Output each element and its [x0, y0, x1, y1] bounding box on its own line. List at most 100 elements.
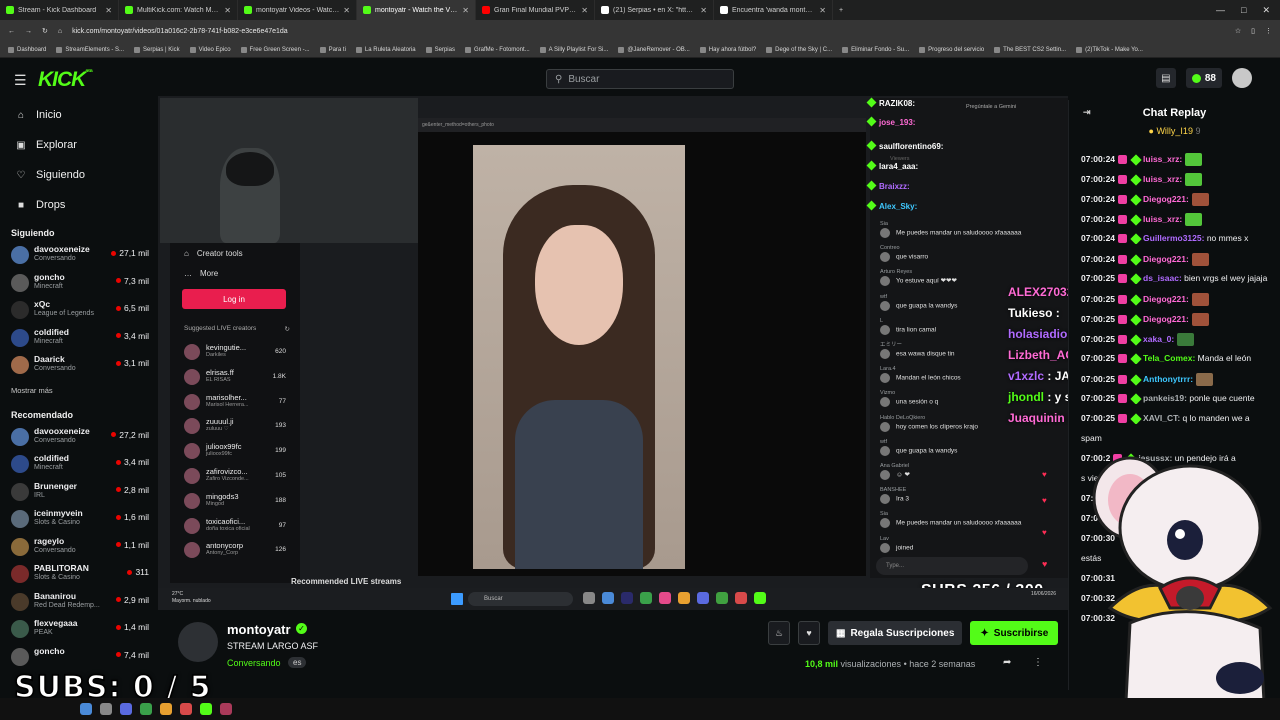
more-options-icon[interactable]: ⋮	[1033, 657, 1043, 668]
tab-close-icon[interactable]: ✕	[581, 6, 588, 15]
edge-icon[interactable]	[602, 592, 614, 604]
suggested-creator[interactable]: zafirovizco... Zafiro Vizconde... 105	[170, 465, 300, 490]
channel-item[interactable]: flexvegaaa PEAK 1,4 mil	[0, 616, 158, 644]
follow-button[interactable]: ♥	[798, 621, 820, 645]
browser-tab[interactable]: Gran Final Mundial PVP - Mexic ✕	[476, 0, 595, 20]
gift-subs-button[interactable]: ▦ Regala Suscripciones	[828, 621, 963, 645]
chat-username[interactable]: XAVI_CT:	[1143, 413, 1180, 423]
channel-item[interactable]: goncho 7,4 mil	[0, 644, 158, 672]
chat-username[interactable]: luiss_xrz:	[1143, 214, 1182, 224]
chat-username[interactable]: pankeis19:	[1143, 393, 1187, 403]
close-window-icon[interactable]: ✕	[1262, 5, 1270, 16]
premiere-icon[interactable]	[621, 592, 633, 604]
menu-item[interactable]: … More	[170, 263, 300, 283]
tab-close-icon[interactable]: ✕	[343, 6, 350, 15]
bookmark-item[interactable]: A Silly Playlist For Si...	[539, 46, 608, 53]
channel-item[interactable]: PABLITORAN Slots & Casino 311	[0, 561, 158, 589]
tab-close-icon[interactable]: ✕	[819, 6, 826, 15]
chat-username[interactable]: Tela_Comex:	[1143, 353, 1195, 363]
notify-button[interactable]: ♨	[768, 621, 790, 645]
suggested-creator[interactable]: zuuuul.ji zuluuu ♡ 193	[170, 415, 300, 440]
suggested-creator[interactable]: elrisas.ff EL RISAS 1.8K	[170, 366, 300, 391]
browser-tab[interactable]: MultiKick.com: Watch Multiple ✕	[119, 0, 238, 20]
channel-item[interactable]: coldified Minecraft 3,4 mil	[0, 325, 158, 353]
bookmark-item[interactable]: (2)TikTok - Make Yo...	[1076, 46, 1143, 53]
bookmark-item[interactable]: Free Green Screen -...	[240, 46, 310, 53]
show-more-link[interactable]: Mostrar más	[0, 380, 158, 402]
windows-start-icon[interactable]	[451, 593, 463, 605]
app-icon[interactable]	[735, 592, 747, 604]
like-heart-icon[interactable]: ♥	[1042, 559, 1047, 569]
tab-close-icon[interactable]: ✕	[700, 6, 707, 15]
tab-close-icon[interactable]: ✕	[462, 6, 469, 15]
taskbar-app-icon[interactable]	[220, 703, 232, 715]
channel-item[interactable]: davooxeneize Conversando 27,1 mil	[0, 242, 158, 270]
folder-icon[interactable]	[678, 592, 690, 604]
share-icon[interactable]: ➦	[1003, 657, 1011, 668]
channel-item[interactable]: goncho Minecraft 7,3 mil	[0, 270, 158, 298]
suggested-creator[interactable]: toxicaofici... doña toxica oficial 97	[170, 515, 300, 540]
library-button[interactable]: ▤	[1155, 68, 1176, 88]
minimize-icon[interactable]: —	[1216, 5, 1225, 16]
browser-tab[interactable]: montoyatr Videos - Watch On- ✕	[238, 0, 357, 20]
channel-item[interactable]: iceinmyvein Slots & Casino 1,6 mil	[0, 506, 158, 534]
browser-tab[interactable]: Stream - Kick Dashboard ✕	[0, 0, 119, 20]
tab-close-icon[interactable]: ✕	[224, 6, 231, 15]
menu-icon[interactable]: ☰	[14, 72, 27, 89]
stream-category[interactable]: Conversando	[227, 658, 281, 668]
video-player[interactable]: ⌂ Creator tools … More Log in Suggested LIV…	[158, 96, 1068, 610]
suggested-creator[interactable]: julioox99fc julioox99fc 199	[170, 440, 300, 465]
url-field[interactable]: kick.com/montoyatr/videos/01a016c2-2b78-…	[72, 28, 1225, 35]
tab-close-icon[interactable]: ✕	[105, 6, 112, 15]
suggested-creator[interactable]: mingods3 Mingod 188	[170, 490, 300, 515]
chrome-icon[interactable]	[640, 592, 652, 604]
task-view-icon[interactable]	[583, 592, 595, 604]
sidebar-item-siguiendo[interactable]: ♡ Siguiendo	[0, 160, 158, 190]
bookmark-item[interactable]: Video Epico	[189, 46, 231, 53]
bookmark-item[interactable]: Dashboard	[8, 46, 46, 53]
channel-item[interactable]: Daarick Conversando 3,1 mil	[0, 352, 158, 380]
suggested-creator[interactable]: antonycorp Antony_Corp 126	[170, 539, 300, 564]
channel-item[interactable]: xQc League of Legends 6,5 mil	[0, 297, 158, 325]
browser-menu-icon[interactable]: ⋮	[1265, 27, 1272, 35]
bookmark-item[interactable]: Progreso del servicio	[919, 46, 984, 53]
chat-username[interactable]: Diegog221:	[1143, 254, 1189, 264]
taskbar-app-icon[interactable]	[120, 703, 132, 715]
bookmark-item[interactable]: Serpias | Kick	[134, 46, 180, 53]
chat-username[interactable]: Guillermo3125:	[1143, 233, 1204, 243]
bookmark-item[interactable]: @JaneRemover - OB...	[618, 46, 690, 53]
taskbar-app-icon[interactable]	[200, 703, 212, 715]
taskbar-app-icon[interactable]	[80, 703, 92, 715]
bookmark-item[interactable]: Dege of the Sky | C...	[766, 46, 832, 53]
bookmark-item[interactable]: Serpias	[425, 46, 455, 53]
browser-tab[interactable]: (21) Serpias • en X: "https://t ✕	[595, 0, 714, 20]
forward-icon[interactable]: →	[25, 28, 32, 35]
sidebar-item-drops[interactable]: ■ Drops	[0, 190, 158, 220]
points-badge[interactable]: 88	[1185, 68, 1222, 88]
bookmark-item[interactable]: Para ti	[319, 46, 346, 53]
suggested-creator[interactable]: marisolher... Marisol Herrera... 77	[170, 391, 300, 416]
maximize-icon[interactable]: □	[1241, 5, 1246, 16]
bookmark-item[interactable]: La Ruleta Aleatoria	[355, 46, 416, 53]
login-button[interactable]: Log in	[182, 289, 286, 309]
bookmark-item[interactable]: GrafMe - Fotomont...	[464, 46, 530, 53]
language-tag[interactable]: es	[288, 657, 307, 668]
music-icon[interactable]	[659, 592, 671, 604]
chat-username[interactable]: xaka_0:	[1143, 334, 1174, 344]
suggested-creator[interactable]: kevingutie... Darkiles 620	[170, 341, 300, 366]
taskbar-app-icon[interactable]	[100, 703, 112, 715]
taskbar-search[interactable]: Buscar	[468, 592, 573, 606]
refresh-icon[interactable]: ↻	[285, 325, 290, 333]
browser-tab[interactable]: Encuentra 'wanda montoya' en✕	[714, 0, 833, 20]
subscribe-button[interactable]: ✦ Suscribirse	[970, 621, 1059, 645]
menu-item[interactable]: ⌂ Creator tools	[170, 243, 300, 263]
reload-icon[interactable]: ↻	[42, 27, 48, 35]
bookmark-item[interactable]: StreamElements - S...	[56, 46, 124, 53]
streamer-name[interactable]: montoyatr	[227, 622, 291, 637]
collapse-chat-icon[interactable]: ⇥	[1083, 107, 1091, 118]
comment-input[interactable]: Type...	[876, 557, 1028, 575]
chat-username[interactable]: Anthonytrrr:	[1143, 374, 1193, 384]
chat-username[interactable]: Diegog221:	[1143, 314, 1189, 324]
channel-item[interactable]: coldified Minecraft 3,4 mil	[0, 451, 158, 479]
discord-icon[interactable]	[697, 592, 709, 604]
